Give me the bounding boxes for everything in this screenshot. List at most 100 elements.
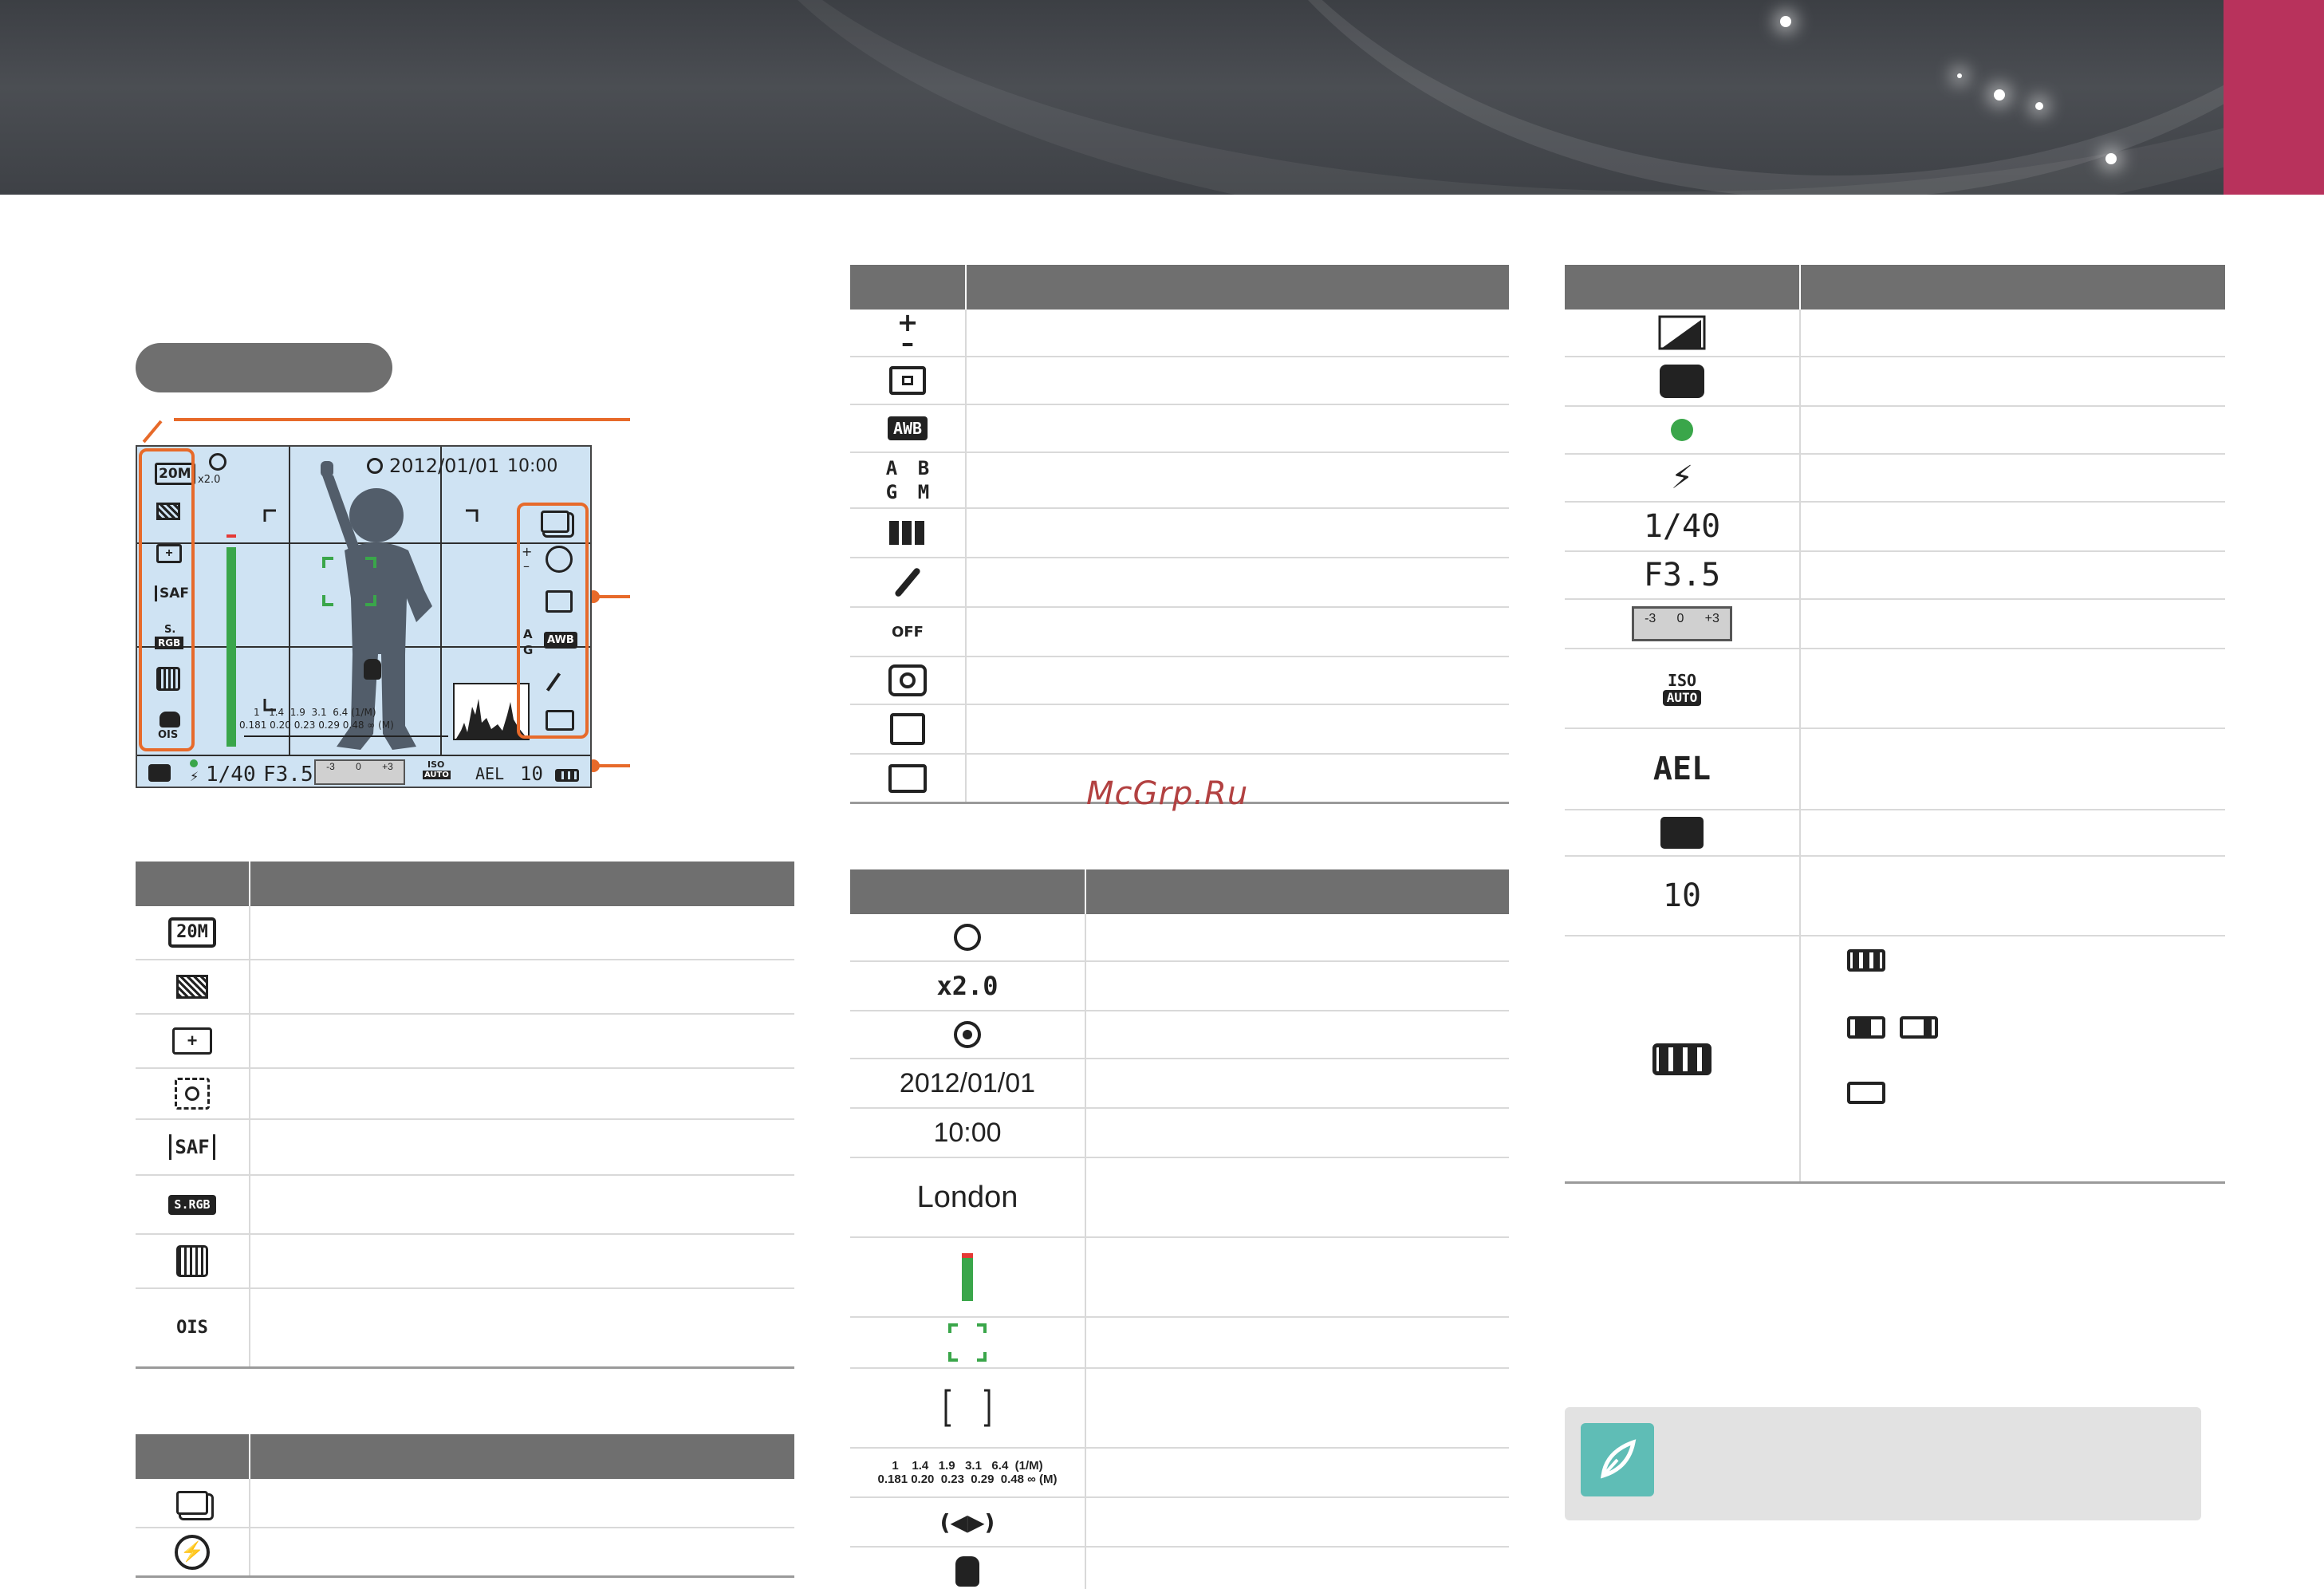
battery-icon	[555, 769, 579, 782]
icon-table-left-drive: ⚡	[136, 1434, 794, 1578]
chapter-tab[interactable]	[2224, 0, 2324, 195]
face-detect-icon	[890, 713, 925, 745]
distance-scale-top: 1 1.4 1.9 3.1 6.4 (1/M)	[254, 707, 376, 718]
table-row	[850, 657, 1509, 705]
af-frame-icon	[948, 1323, 987, 1362]
iso-label: ISO	[1667, 671, 1697, 690]
table-row	[1565, 810, 2225, 857]
metering-icon	[546, 590, 573, 613]
location-icon	[954, 1021, 981, 1048]
table-row: 20M	[136, 906, 794, 960]
table-row	[1565, 407, 2225, 455]
af-frame	[263, 509, 479, 712]
icon-table-right-status: ⚡ 1/40 F3.5 -3 0 +3 ISO AUTO AEL 10	[1565, 265, 2225, 1184]
screen-ev-zero: 0	[356, 761, 361, 772]
flash-off-icon	[546, 546, 573, 573]
callout-line	[142, 420, 163, 444]
iFunction-icon	[888, 664, 927, 696]
spot-af-frame-icon	[944, 1389, 991, 1427]
table-row	[850, 1011, 1509, 1059]
screen-ev-minus: -3	[326, 761, 335, 772]
screen-date: 2012/01/01	[389, 455, 500, 477]
histogram-icon	[1658, 315, 1706, 350]
table-header	[850, 265, 1509, 310]
banner-sparkle	[1994, 89, 2005, 101]
focus-dot	[190, 759, 198, 767]
callout-box-right	[517, 503, 589, 739]
zoom-label: x2.0	[198, 474, 221, 486]
table-row: + –	[850, 310, 1509, 357]
banner-sparkle	[1957, 73, 1962, 78]
smart-filter-off-icon	[176, 1245, 208, 1277]
awb-icon: AWB	[544, 632, 577, 649]
ois-icon: OIS	[176, 1318, 208, 1338]
table-row	[850, 1318, 1509, 1369]
banner-sparkle	[2105, 153, 2117, 164]
battery-half-icon	[1847, 1016, 1885, 1039]
ev-plus: +	[522, 544, 533, 559]
color-off-icon: OFF	[892, 623, 924, 641]
shake-warning-icon	[364, 659, 381, 680]
table-row	[1565, 357, 2225, 407]
screen-ev-plus: +3	[382, 761, 393, 772]
table-row	[850, 1238, 1509, 1318]
flash-icon: ⚡	[190, 769, 199, 784]
ev-minus: –	[523, 558, 530, 574]
wb-a: A	[885, 457, 898, 479]
drive-single-icon	[541, 511, 569, 533]
battery-full-icon	[1652, 1043, 1711, 1075]
smart-filter-icon	[893, 566, 922, 598]
table-row: +	[136, 1015, 794, 1069]
table-row: SAF	[136, 1120, 794, 1176]
ev-plus: +3	[1704, 612, 1719, 625]
quality-icon	[176, 975, 208, 999]
awb-icon: AWB	[887, 416, 928, 440]
note-box	[1565, 1407, 2201, 1520]
table-row: (◀▶)	[850, 1498, 1509, 1548]
table-row: -3 0 +3	[1565, 600, 2225, 649]
table-row	[850, 1369, 1509, 1449]
distance-scale-bottom: 0.181 0.20 0.23 0.29 0.48 ∞ (M)	[877, 1473, 1058, 1486]
level-bar-top	[226, 534, 236, 538]
battery-low-icon	[1900, 1016, 1938, 1039]
table-row: x2.0	[850, 962, 1509, 1011]
table-row	[136, 1069, 794, 1120]
table-header	[1565, 265, 2225, 310]
flash-off-icon: ⚡	[175, 1534, 210, 1570]
level-bar-icon	[962, 1253, 973, 1301]
screen-iso-top: ISO	[427, 759, 445, 770]
flash-icon: ⚡	[1670, 459, 1694, 496]
status-bar-divider	[137, 755, 590, 756]
srgb-icon: S.RGB	[168, 1194, 216, 1215]
table-row	[136, 1235, 794, 1289]
shutter-speed: 1/40	[1643, 508, 1721, 545]
iso-auto: AUTO	[1662, 690, 1702, 706]
table-row	[136, 960, 794, 1015]
screen-ev-scale: -3 0 +3	[314, 759, 405, 785]
shake-warning-icon	[955, 1555, 979, 1587]
face-af-icon	[175, 1078, 210, 1110]
table-header	[136, 1434, 794, 1479]
callout-line	[595, 595, 630, 598]
ev-minus: -3	[1645, 612, 1656, 625]
smart-zoom-icon	[954, 924, 981, 951]
distance-scale-top: 1 1.4 1.9 3.1 6.4 (1/M)	[892, 1459, 1043, 1473]
drive-single-icon	[176, 1491, 208, 1515]
shooting-mode-icon	[1660, 365, 1704, 398]
smart-range-icon	[546, 710, 574, 731]
wb-b: B	[917, 457, 930, 479]
table-row: S.RGB	[136, 1176, 794, 1235]
table-row: 2012/01/01	[850, 1059, 1509, 1109]
battery-empty-icon	[1847, 1082, 1885, 1104]
distance-scale-line	[244, 735, 448, 737]
screen-ael: AEL	[475, 764, 505, 783]
resolution-icon: 20M	[168, 917, 216, 948]
battery-full-icon	[1847, 949, 1885, 972]
time-label: 10:00	[933, 1117, 1002, 1148]
table-row	[1565, 936, 2225, 1184]
aperture: F3.5	[1643, 557, 1721, 593]
table-row: A B G M	[850, 453, 1509, 509]
section-label-pill	[136, 343, 392, 392]
date-label: 2012/01/01	[899, 1067, 1036, 1098]
distance-scale-bottom: 0.181 0.20 0.23 0.29 0.48 ∞ (M)	[239, 720, 394, 731]
